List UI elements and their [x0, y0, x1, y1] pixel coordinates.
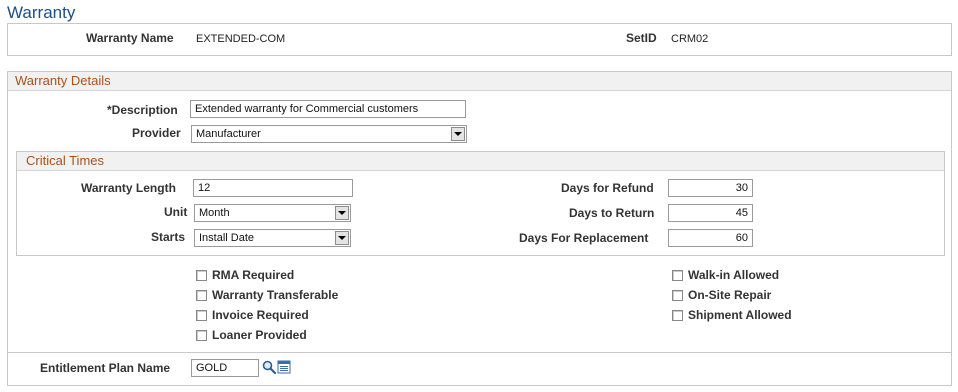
rma-required-label: RMA Required — [212, 268, 295, 282]
walkin-allowed-checkbox-row[interactable]: Walk-in Allowed — [672, 268, 779, 282]
warranty-length-input[interactable]: 12 — [193, 179, 353, 197]
walkin-allowed-checkbox[interactable] — [672, 269, 683, 281]
warranty-name-label: Warranty Name — [86, 31, 174, 45]
days-return-label: Days to Return — [569, 206, 655, 220]
days-refund-input[interactable]: 30 — [668, 179, 753, 197]
onsite-repair-checkbox-row[interactable]: On-Site Repair — [672, 288, 771, 302]
onsite-repair-checkbox[interactable] — [672, 289, 683, 301]
shipment-allowed-checkbox-row[interactable]: Shipment Allowed — [672, 308, 792, 322]
invoice-required-label: Invoice Required — [212, 308, 309, 322]
entitlement-plan-label: Entitlement Plan Name — [40, 361, 171, 375]
starts-label: Starts — [151, 230, 186, 244]
detail-page-icon[interactable] — [277, 360, 291, 374]
chevron-down-icon[interactable] — [451, 127, 465, 141]
critical-times-header: Critical Times — [17, 152, 944, 171]
days-return-input[interactable]: 45 — [668, 204, 753, 222]
provider-select[interactable]: Manufacturer — [191, 125, 467, 143]
warranty-transferable-checkbox-row[interactable]: Warranty Transferable — [196, 288, 338, 302]
warranty-name-value: EXTENDED-COM — [196, 33, 286, 45]
setid-label: SetID — [626, 31, 657, 45]
setid-value: CRM02 — [671, 33, 709, 45]
onsite-repair-label: On-Site Repair — [688, 288, 772, 302]
chevron-down-icon[interactable] — [335, 206, 349, 220]
chevron-down-icon[interactable] — [335, 231, 349, 245]
warranty-transferable-checkbox[interactable] — [196, 289, 207, 301]
unit-label: Unit — [164, 205, 188, 219]
warranty-details-header: Warranty Details — [8, 72, 951, 91]
entitlement-plan-input[interactable]: GOLD — [191, 359, 259, 377]
unit-select[interactable]: Month — [194, 204, 351, 222]
unit-select-value: Month — [199, 207, 230, 219]
starts-select-value: Install Date — [199, 232, 255, 244]
days-replacement-input[interactable]: 60 — [668, 229, 753, 247]
warranty-length-label: Warranty Length — [81, 181, 176, 195]
provider-label: Provider — [132, 126, 181, 140]
rma-required-checkbox[interactable] — [196, 269, 207, 281]
page-title: Warranty — [7, 3, 76, 22]
invoice-required-checkbox-row[interactable]: Invoice Required — [196, 308, 309, 322]
shipment-allowed-label: Shipment Allowed — [688, 308, 792, 322]
loaner-provided-checkbox-row[interactable]: Loaner Provided — [196, 328, 307, 342]
shipment-allowed-checkbox[interactable] — [672, 309, 683, 321]
days-replacement-label: Days For Replacement — [519, 231, 649, 245]
loaner-provided-label: Loaner Provided — [212, 328, 307, 342]
warranty-transferable-label: Warranty Transferable — [212, 288, 339, 302]
starts-select[interactable]: Install Date — [194, 229, 351, 247]
walkin-allowed-label: Walk-in Allowed — [688, 268, 780, 282]
provider-select-value: Manufacturer — [196, 128, 261, 140]
description-label: *Description — [107, 103, 178, 117]
invoice-required-checkbox[interactable] — [196, 309, 207, 321]
description-input[interactable]: Extended warranty for Commercial custome… — [190, 100, 466, 118]
magnifier-icon[interactable] — [262, 360, 276, 374]
rma-required-checkbox-row[interactable]: RMA Required — [196, 268, 294, 282]
days-refund-label: Days for Refund — [561, 181, 654, 195]
loaner-provided-checkbox[interactable] — [196, 329, 207, 341]
